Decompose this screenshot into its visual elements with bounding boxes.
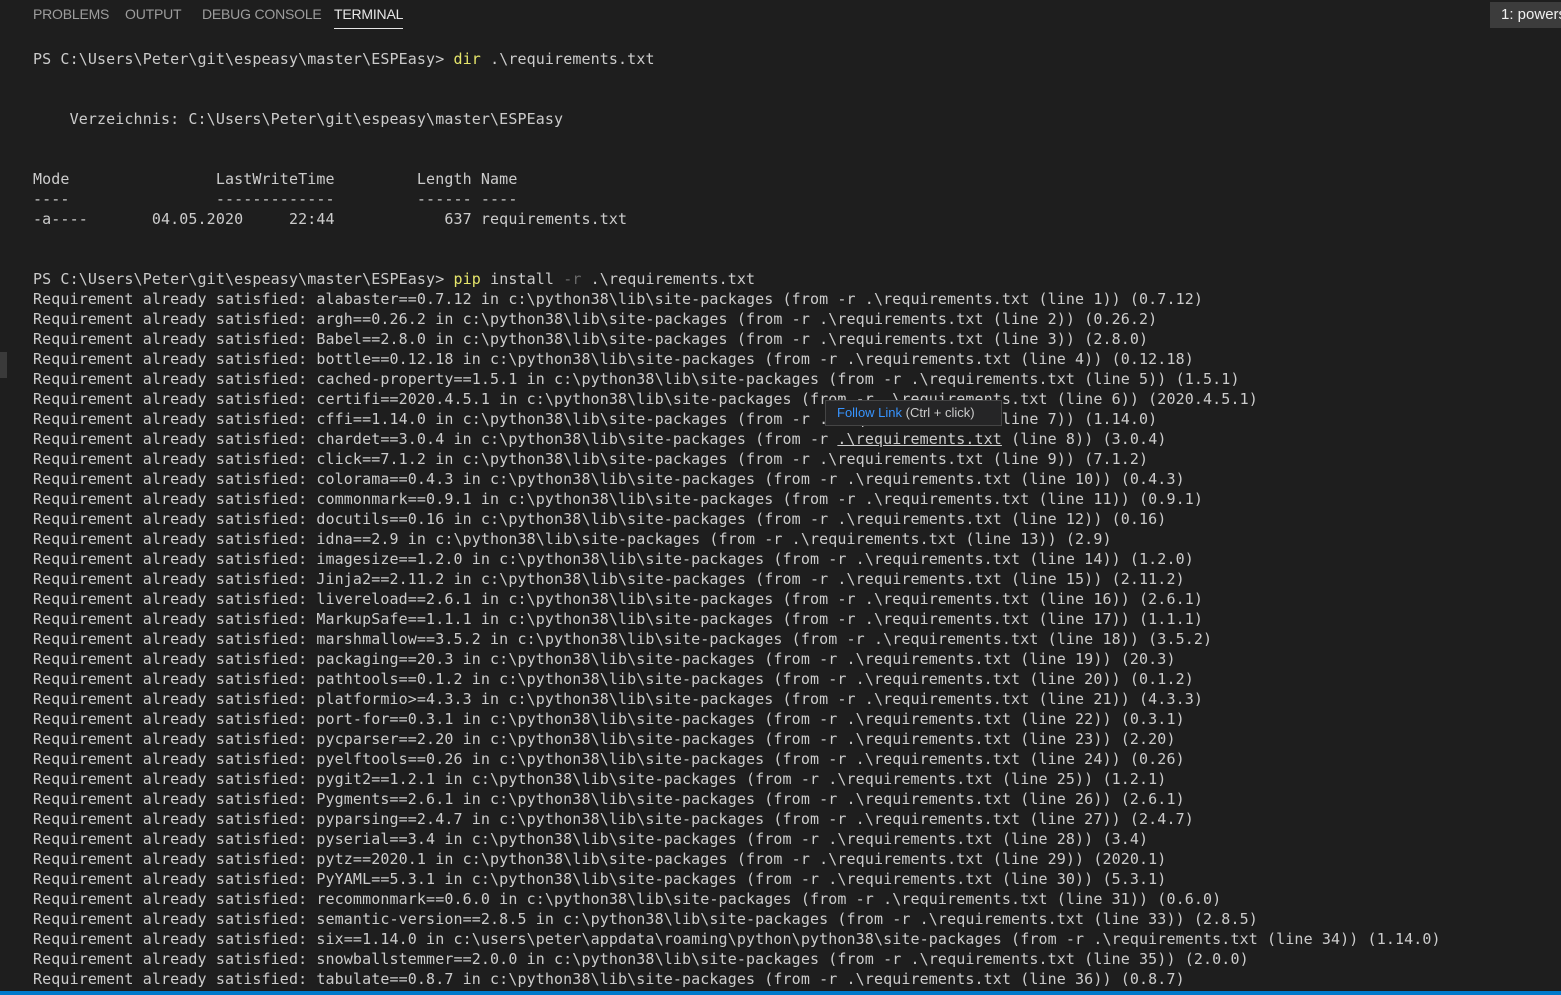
listing-header: Mode LastWriteTime Length Name: [33, 170, 518, 188]
output-line: Requirement already satisfied: snowballs…: [33, 950, 1249, 968]
prompt-line-pip: PS C:\Users\Peter\git\espeasy\master\ESP…: [33, 269, 755, 289]
output-line: Requirement already satisfied: pyserial=…: [33, 830, 1149, 848]
output-line: Requirement already satisfied: click==7.…: [33, 450, 1149, 468]
output-line: Requirement already satisfied: marshmall…: [33, 630, 1213, 648]
output-line: Requirement already satisfied: pyelftool…: [33, 750, 1185, 768]
prompt: PS C:\Users\Peter\git\espeasy\master\ESP…: [33, 270, 454, 288]
tab-problems[interactable]: PROBLEMS: [33, 0, 109, 28]
command-flag: -r: [563, 270, 582, 288]
output-line-hovered: Requirement already satisfied: chardet==…: [33, 429, 1166, 449]
output-line: Requirement already satisfied: bottle==0…: [33, 350, 1194, 368]
output-line: Requirement already satisfied: pycparser…: [33, 730, 1176, 748]
tab-debug-console[interactable]: DEBUG CONSOLE: [202, 0, 322, 28]
requirements-file-link[interactable]: .\requirements.txt: [837, 430, 1002, 448]
follow-link-tooltip: Follow Link (Ctrl + click): [825, 400, 1002, 426]
output-line: Requirement already satisfied: pyparsing…: [33, 810, 1194, 828]
listing-separator: ---- ------------- ------ ----: [33, 190, 518, 208]
listing-file-row: -a---- 04.05.2020 22:44 637 requirements…: [33, 210, 628, 228]
output-line: Requirement already satisfied: colorama=…: [33, 470, 1185, 488]
prompt-line-dir: PS C:\Users\Peter\git\espeasy\master\ESP…: [33, 49, 655, 69]
command-name: dir: [453, 50, 481, 68]
output-line: Requirement already satisfied: PyYAML==5…: [33, 870, 1167, 888]
output-line: Requirement already satisfied: semantic-…: [33, 910, 1258, 928]
output-line: Requirement already satisfied: packaging…: [33, 650, 1176, 668]
output-line: Requirement already satisfied: cached-pr…: [33, 370, 1240, 388]
command-args: .\requirements.txt: [581, 270, 756, 288]
output-line: Requirement already satisfied: pytz==202…: [33, 850, 1167, 868]
tab-output[interactable]: OUTPUT: [125, 0, 182, 28]
tooltip-shortcut: (Ctrl + click): [902, 405, 975, 420]
directory-line: Verzeichnis: C:\Users\Peter\git\espeasy\…: [33, 110, 564, 128]
output-line: Requirement already satisfied: pygit2==1…: [33, 770, 1167, 788]
tab-terminal[interactable]: TERMINAL: [334, 0, 403, 29]
prompt: PS C:\Users\Peter\git\espeasy\master\ESP…: [33, 50, 454, 68]
output-line: Requirement already satisfied: argh==0.2…: [33, 310, 1158, 328]
output-line: Requirement already satisfied: alabaster…: [33, 290, 1204, 308]
output-line: Requirement already satisfied: certifi==…: [33, 390, 1258, 408]
panel-tabbar: PROBLEMS OUTPUT DEBUG CONSOLE TERMINAL 1…: [0, 0, 1561, 30]
output-line: Requirement already satisfied: livereloa…: [33, 590, 1204, 608]
output-line: Requirement already satisfied: idna==2.9…: [33, 530, 1112, 548]
output-line: Requirement already satisfied: six==1.14…: [33, 930, 1441, 948]
output-line: Requirement already satisfied: MarkupSaf…: [33, 610, 1204, 628]
output-line: Requirement already satisfied: recommonm…: [33, 890, 1222, 908]
output-line: Requirement already satisfied: imagesize…: [33, 550, 1194, 568]
output-line: Requirement already satisfied: pathtools…: [33, 670, 1194, 688]
output-line: Requirement already satisfied: Babel==2.…: [33, 330, 1149, 348]
scroll-marker: [0, 352, 7, 378]
output-line: Requirement already satisfied: platformi…: [33, 690, 1204, 708]
output-line: Requirement already satisfied: Pygments=…: [33, 790, 1185, 808]
command-args: install: [480, 270, 564, 288]
output-line: Requirement already satisfied: tabulate=…: [33, 970, 1185, 987]
output-text: Requirement already satisfied: chardet==…: [33, 430, 838, 448]
output-line: Requirement already satisfied: commonmar…: [33, 490, 1204, 508]
output-line: Requirement already satisfied: port-for=…: [33, 710, 1185, 728]
terminal-select-dropdown[interactable]: 1: powershell: [1490, 2, 1561, 28]
output-text: (line 8)) (3.0.4): [1001, 430, 1167, 448]
command-args: .\requirements.txt: [480, 50, 655, 68]
follow-link-action[interactable]: Follow Link: [837, 405, 902, 420]
terminal-output[interactable]: PS C:\Users\Peter\git\espeasy\master\ESP…: [0, 49, 1561, 987]
status-bar: [0, 991, 1561, 995]
command-name: pip: [453, 270, 481, 288]
output-line: Requirement already satisfied: docutils=…: [33, 510, 1167, 528]
output-line: Requirement already satisfied: Jinja2==2…: [33, 570, 1185, 588]
